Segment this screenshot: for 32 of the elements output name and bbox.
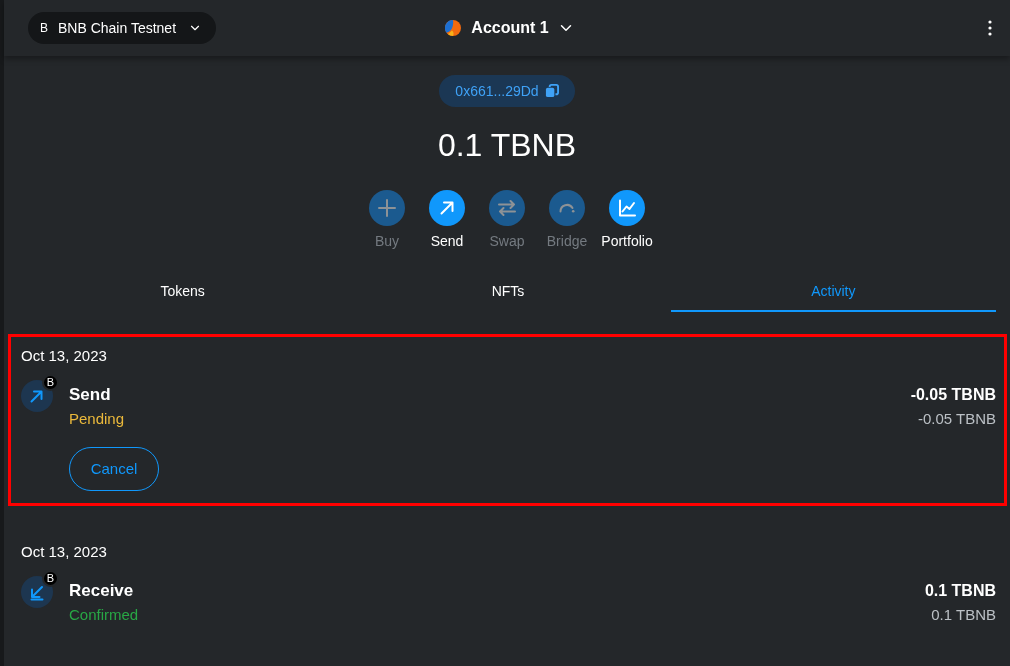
transaction-title: Send [69, 384, 111, 406]
transaction-secondary-amount: -0.05 TBNB [917, 409, 996, 429]
action-button[interactable]: Portfolio [597, 190, 657, 250]
transaction-secondary-amount: 0.1 TBNB [931, 605, 996, 625]
account-selector[interactable]: Account 1 [437, 10, 583, 46]
arrow-up-right-icon [429, 190, 465, 226]
transaction-title: Receive [69, 580, 134, 602]
network-selector[interactable]: B BNB Chain Testnet [28, 12, 217, 44]
network-token-badge: B [42, 374, 59, 391]
arc-icon [549, 190, 585, 226]
transaction-status: Confirmed [69, 605, 139, 625]
address-copy-button[interactable]: 0x661...29Dd [439, 75, 575, 107]
balance-amount: 0.1 TBNB [437, 126, 577, 165]
tab[interactable]: Tokens [20, 272, 346, 312]
action-button[interactable]: Send [417, 190, 477, 250]
transaction-amount: 0.1 TBNB [924, 581, 996, 601]
more-menu-icon[interactable] [988, 20, 992, 36]
transaction-amount: -0.05 TBNB [910, 385, 996, 405]
swap-arrows-icon [489, 190, 525, 226]
date-heading: Oct 13, 2023 [21, 542, 108, 562]
copy-icon [544, 84, 559, 98]
transaction-status: Pending [69, 409, 125, 429]
network-initial: B [40, 21, 48, 35]
arrow-up-right-icon [21, 380, 53, 412]
tab[interactable]: NFTs [345, 272, 671, 312]
arrow-down-left-icon [21, 576, 53, 608]
network-token-badge: B [42, 570, 59, 587]
tab[interactable]: Activity [670, 272, 996, 312]
plus-icon [369, 190, 405, 226]
avatar-icon [445, 20, 462, 36]
date-heading: Oct 13, 2023 [21, 346, 108, 366]
line-chart-icon [609, 190, 645, 226]
